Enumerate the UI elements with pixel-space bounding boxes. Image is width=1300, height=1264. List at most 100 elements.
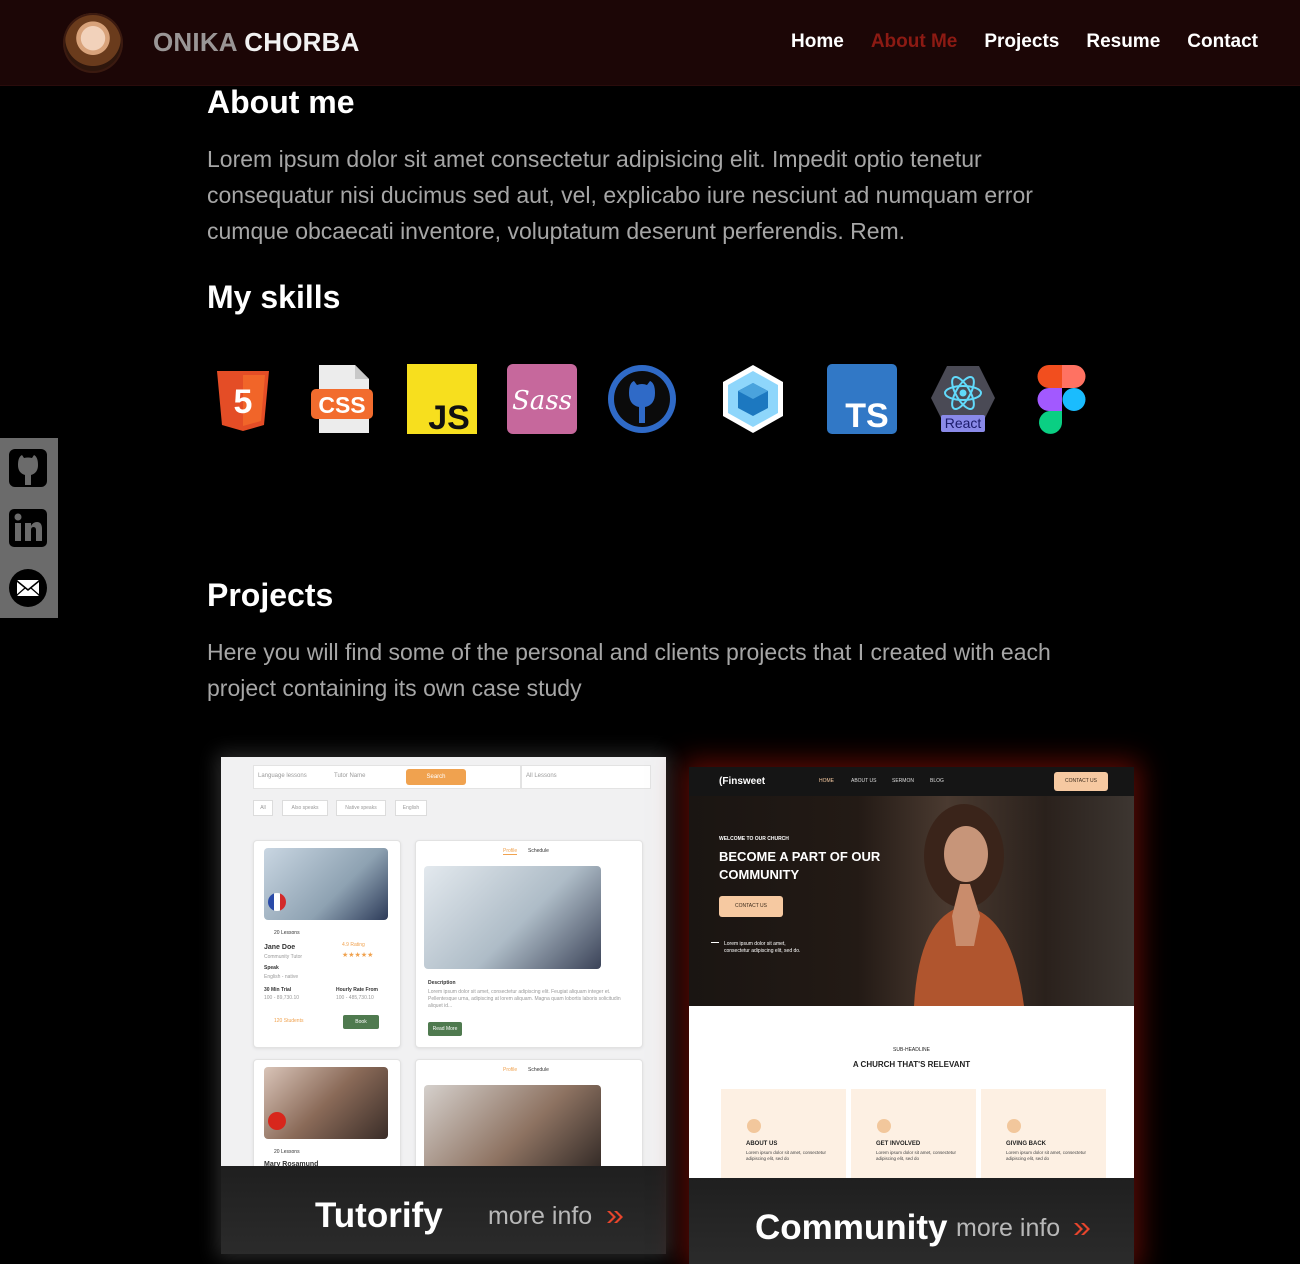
nav-home[interactable]: Home — [791, 31, 844, 53]
feature-text: Lorem ipsum dolor sit amet, consectetur … — [1006, 1150, 1087, 1161]
tutorify-profile-tab: Profile — [503, 848, 518, 855]
css-label: CSS — [318, 392, 365, 418]
tutorify-trial: 30 Min Trial — [264, 987, 292, 993]
sass-label: Sass — [512, 386, 572, 416]
tutorify-trial-price: 100 - 89,730.10 — [264, 995, 300, 1001]
community-navbar: (Finsweet HOME ABOUT US SERMON BLOG CONT… — [689, 767, 1134, 796]
community-nav-item: HOME — [819, 778, 834, 784]
figma-icon — [1037, 365, 1086, 434]
feature-title: GIVING BACK — [1006, 1141, 1047, 1147]
main-nav: Home About Me Projects Resume Contact — [791, 31, 1258, 53]
brand-last-name: CHORBA — [244, 27, 360, 57]
community-logo-text: Finsweet — [722, 776, 766, 787]
tutorify-select: All Lessons — [521, 765, 651, 789]
css-icon: CSS — [311, 365, 373, 433]
tutorify-lessons: 20 Lessons — [274, 930, 300, 936]
tutorify-profile-panel: Profile Schedule Description Lorem ipsum… — [415, 840, 643, 1048]
webpack-icon — [723, 365, 783, 433]
project-title: Tutorify — [315, 1196, 443, 1235]
javascript-icon: JS — [407, 364, 477, 435]
feature-icon — [877, 1119, 891, 1133]
tutorify-chip: English — [395, 800, 427, 816]
html5-label: 5 — [234, 383, 253, 421]
github-icon — [608, 365, 676, 433]
nav-projects[interactable]: Projects — [984, 31, 1059, 53]
project-card-tutorify[interactable]: Language lessons Tutor Name Search All L… — [221, 757, 666, 1254]
tutorify-lessons: 20 Lessons — [274, 1149, 300, 1155]
community-feature-box: GET INVOLVED Lorem ipsum dolor sit amet,… — [851, 1089, 976, 1184]
community-hero-photo — [914, 804, 1024, 1006]
nav-about-me[interactable]: About Me — [871, 31, 958, 53]
tutorify-read-more-button: Read More — [428, 1022, 462, 1036]
tutorify-tutor-name-1: Jane Doe — [264, 944, 296, 951]
skills-list: 5 CSS JS Sass TS React — [207, 363, 1107, 437]
feature-title: GET INVOLVED — [876, 1141, 921, 1147]
community-feature-box: ABOUT US Lorem ipsum dolor sit amet, con… — [721, 1089, 846, 1184]
sass-icon: Sass — [507, 364, 577, 434]
tutorify-chip: All — [253, 800, 273, 816]
typescript-icon: TS — [827, 364, 897, 435]
tutorify-book-button: Book — [343, 1015, 379, 1029]
community-subheadline: SUB-HEADLINE — [893, 1047, 930, 1053]
email-icon[interactable] — [8, 568, 48, 608]
tutorify-hourly-price: 100 - 485,730.10 — [336, 995, 374, 1001]
tutorify-tutor-photo — [264, 1067, 388, 1139]
community-hero-text: Lorem ipsum dolor sit amet, consectetur … — [724, 941, 801, 954]
project-title: Community — [755, 1208, 948, 1247]
tutorify-chip: Native speaks — [336, 800, 386, 816]
community-nav-item: SERMON — [892, 778, 914, 784]
tutorify-description-text: Lorem ipsum dolor sit amet, consectetur … — [428, 989, 621, 1009]
tutorify-search-placeholder: Language lessons — [258, 773, 307, 779]
tutorify-tutor-card: 20 Lessons Jane Doe 4.9 Rating ★★★★★ Com… — [253, 840, 401, 1048]
community-contact-button: CONTACT US — [1054, 772, 1108, 791]
community-caption: Community more info — [689, 1178, 1134, 1264]
nav-resume[interactable]: Resume — [1086, 31, 1160, 53]
more-info-link[interactable]: more info — [488, 1202, 592, 1231]
tutorify-speaks-value: English - native — [264, 974, 299, 980]
tutorify-schedule-tab: Schedule — [528, 1067, 549, 1073]
skills-title: My skills — [207, 279, 341, 315]
github-icon[interactable] — [8, 448, 48, 488]
tutorify-speaks: Speak — [264, 965, 279, 971]
tutorify-profile-photo — [424, 866, 601, 969]
react-label: React — [945, 415, 982, 431]
community-divider — [711, 942, 719, 943]
community-nav-item: ABOUT US — [851, 778, 877, 784]
site-header: ONIKA CHORBA Home About Me Projects Resu… — [0, 0, 1300, 86]
flag-icon — [268, 893, 286, 911]
community-welcome: WELCOME TO OUR CHURCH — [719, 836, 789, 842]
social-sidebar — [0, 438, 58, 618]
feature-text: Lorem ipsum dolor sit amet, consectetur … — [876, 1150, 957, 1161]
feature-icon — [1007, 1119, 1021, 1133]
feature-icon — [747, 1119, 761, 1133]
more-info-link[interactable]: more info — [956, 1214, 1060, 1243]
community-logo: (Finsweet — [719, 776, 766, 787]
feature-text: Lorem ipsum dolor sit amet, consectetur … — [746, 1150, 827, 1161]
react-icon: React — [931, 366, 995, 432]
double-chevron-right-icon[interactable] — [606, 1210, 624, 1224]
tutorify-hourly: Hourly Rate From — [336, 987, 378, 993]
html5-icon: 5 — [217, 371, 269, 431]
nav-contact[interactable]: Contact — [1187, 31, 1258, 53]
rating-stars-icon: ★★★★★ — [342, 952, 374, 959]
tutorify-caption: Tutorify more info — [221, 1166, 666, 1254]
community-nav-item: BLOG — [930, 778, 944, 784]
tutorify-search-button: Search — [406, 769, 466, 785]
community-feature-box: GIVING BACK Lorem ipsum dolor sit amet, … — [981, 1089, 1106, 1184]
tutorify-tutor-name: Tutor Name — [334, 773, 366, 779]
project-card-community[interactable]: (Finsweet HOME ABOUT US SERMON BLOG CONT… — [689, 767, 1134, 1264]
double-chevron-right-icon[interactable] — [1073, 1222, 1091, 1236]
typescript-label: TS — [845, 397, 888, 435]
tutorify-chip: Also speaks — [282, 800, 328, 816]
feature-title: ABOUT US — [746, 1141, 778, 1147]
avatar — [63, 13, 123, 73]
projects-text: Here you will find some of the personal … — [207, 639, 1051, 701]
site-brand[interactable]: ONIKA CHORBA — [153, 27, 360, 58]
tutorify-description-label: Description — [428, 980, 456, 986]
tutorify-students: 120 Students — [274, 1018, 304, 1024]
community-headline-1: BECOME A PART OF OUR — [719, 849, 881, 864]
about-text: Lorem ipsum dolor sit amet consectetur a… — [207, 146, 1033, 244]
tutorify-search-bar: Language lessons Tutor Name Search — [253, 765, 521, 789]
community-headline-2: COMMUNITY — [719, 867, 800, 882]
linkedin-icon[interactable] — [8, 508, 48, 548]
